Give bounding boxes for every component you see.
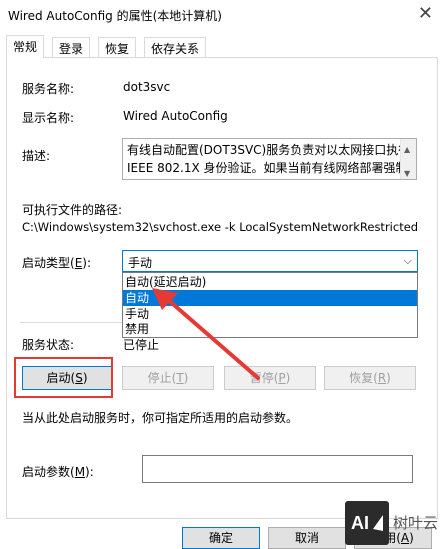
watermark-logo: AI <box>345 501 389 545</box>
scroll-up-icon[interactable]: ▲ <box>404 141 410 159</box>
description-line-2: IEEE 802.1X 身份验证。如果当前有线网络部署强制执 <box>127 161 408 175</box>
option-manual[interactable]: 手动 <box>123 306 417 322</box>
start-button-highlight <box>14 357 113 398</box>
start-params-input[interactable] <box>142 455 413 483</box>
startup-type-dropdown: 自动(延迟启动) 自动 手动 禁用 <box>122 272 418 338</box>
tab-recovery[interactable]: 恢复 <box>98 37 137 57</box>
service-name-value: dot3svc <box>123 80 171 94</box>
cancel-button[interactable]: 取消 <box>268 527 346 549</box>
pause-button[interactable]: 暂停(P) <box>224 366 316 390</box>
option-auto[interactable]: 自动 <box>123 290 417 306</box>
title-bar: Wired AutoConfig 的属性(本地计算机) ✕ <box>0 0 447 30</box>
service-status-value: 已停止 <box>123 338 160 352</box>
service-status-label: 服务状态: <box>22 338 75 352</box>
description-line-1: 有线自动配置(DOT3SVC)服务负责对以太网接口执行 <box>127 143 411 157</box>
display-name-value: Wired AutoConfig <box>123 109 228 123</box>
service-name-label: 服务名称: <box>22 82 75 96</box>
startup-type-select[interactable]: 手动 ⌵ <box>122 250 418 272</box>
stop-button[interactable]: 停止(T) <box>122 366 214 390</box>
tab-logon[interactable]: 登录 <box>52 37 91 57</box>
watermark-text: 树叶云 <box>393 514 439 532</box>
ok-button[interactable]: 确定 <box>182 527 260 549</box>
svg-text:AI: AI <box>351 513 369 533</box>
description-scrollbar[interactable]: ▲ ▼ <box>400 139 416 179</box>
description-label: 描述: <box>22 149 51 163</box>
tab-general[interactable]: 常规 <box>6 35 45 58</box>
display-name-label: 显示名称: <box>22 111 75 125</box>
properties-dialog: Wired AutoConfig 的属性(本地计算机) ✕ 常规 登录 恢复 依… <box>0 0 447 549</box>
window-title: Wired AutoConfig 的属性(本地计算机) <box>8 9 222 23</box>
chevron-down-icon[interactable]: ⌵ <box>404 254 412 268</box>
start-params-help-text: 当从此处启动服务时，你可指定所适用的启动参数。 <box>22 411 299 425</box>
startup-type-label: 启动类型(E): <box>22 256 92 270</box>
watermark: AI 树叶云 <box>345 501 447 545</box>
scroll-down-icon[interactable]: ▼ <box>404 165 410 179</box>
exe-path-label: 可执行文件的路径: <box>22 203 123 217</box>
option-auto-delayed[interactable]: 自动(延迟启动) <box>123 274 417 290</box>
option-disabled[interactable]: 禁用 <box>123 321 417 337</box>
start-params-label: 启动参数(M): <box>22 465 94 479</box>
tab-strip: 常规 登录 恢复 依存关系 <box>6 35 436 58</box>
description-text-box[interactable]: 有线自动配置(DOT3SVC)服务负责对以太网接口执行 IEEE 802.1X … <box>122 138 417 180</box>
tab-dependencies[interactable]: 依存关系 <box>144 37 207 57</box>
startup-type-value: 手动 <box>128 256 153 270</box>
exe-path-value: C:\Windows\system32\svchost.exe -k Local… <box>22 220 419 234</box>
close-icon[interactable]: ✕ <box>418 4 433 24</box>
resume-button[interactable]: 恢复(R) <box>324 366 416 390</box>
